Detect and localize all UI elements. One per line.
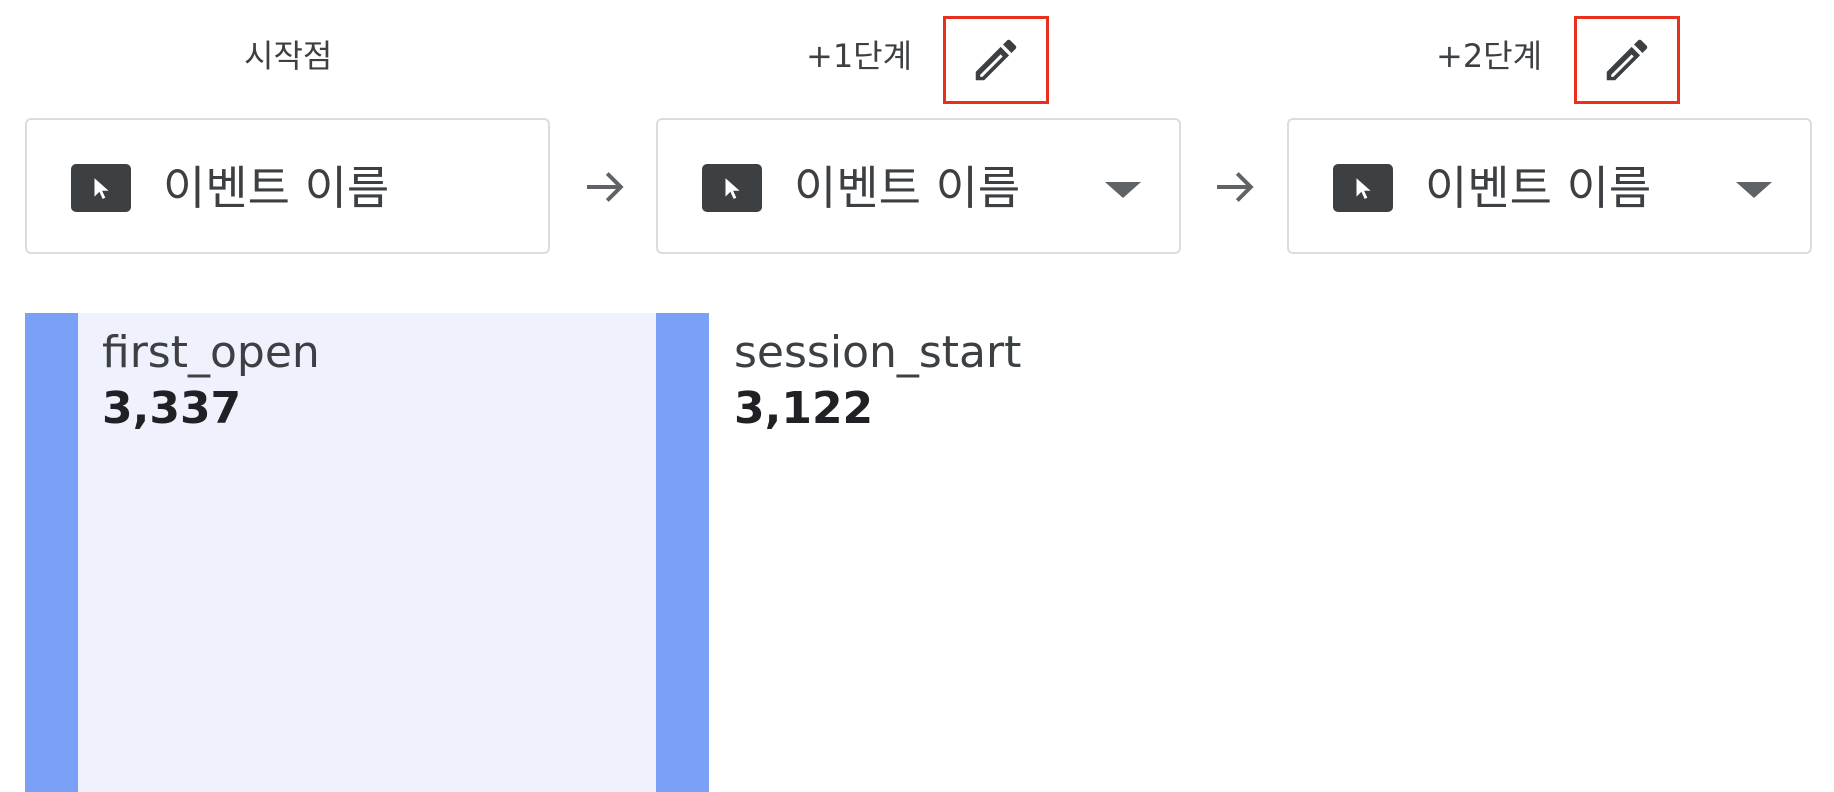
cursor-icon xyxy=(1333,164,1393,212)
step-header-plus1: +1단계 xyxy=(806,34,913,75)
pencil-icon xyxy=(975,39,1017,81)
step-selector-label: 이벤트 이름 xyxy=(163,161,390,215)
step-selector-plus2[interactable]: 이벤트 이름 xyxy=(1287,118,1812,254)
node-bar xyxy=(656,313,709,792)
step-selector-label: 이벤트 이름 xyxy=(794,161,1021,215)
step-header-plus2: +2단계 xyxy=(1436,34,1543,75)
node-bar xyxy=(25,313,78,792)
step-selector-label: 이벤트 이름 xyxy=(1425,161,1652,215)
edit-step-2-button[interactable] xyxy=(1574,16,1680,104)
edit-step-1-button[interactable] xyxy=(943,16,1049,104)
step-header-label: 시작점 xyxy=(244,37,333,75)
cursor-icon xyxy=(702,164,762,212)
step-selector-plus1[interactable]: 이벤트 이름 xyxy=(656,118,1181,254)
cursor-icon xyxy=(71,164,131,212)
pencil-icon xyxy=(1606,39,1648,81)
step-header-label: +2단계 xyxy=(1436,37,1543,75)
chevron-down-icon[interactable] xyxy=(1105,182,1141,198)
node-name[interactable]: session_start xyxy=(734,325,1021,381)
node-name[interactable]: first_open xyxy=(102,325,320,381)
step-header-start: 시작점 xyxy=(244,34,333,75)
arrow-right-icon xyxy=(1208,160,1262,214)
arrow-right-icon xyxy=(578,160,632,214)
step-header-label: +1단계 xyxy=(806,37,913,75)
node-count: 3,122 xyxy=(734,383,874,434)
step-selector-start[interactable]: 이벤트 이름 xyxy=(25,118,550,254)
chevron-down-icon[interactable] xyxy=(1736,182,1772,198)
node-count: 3,337 xyxy=(102,383,242,434)
